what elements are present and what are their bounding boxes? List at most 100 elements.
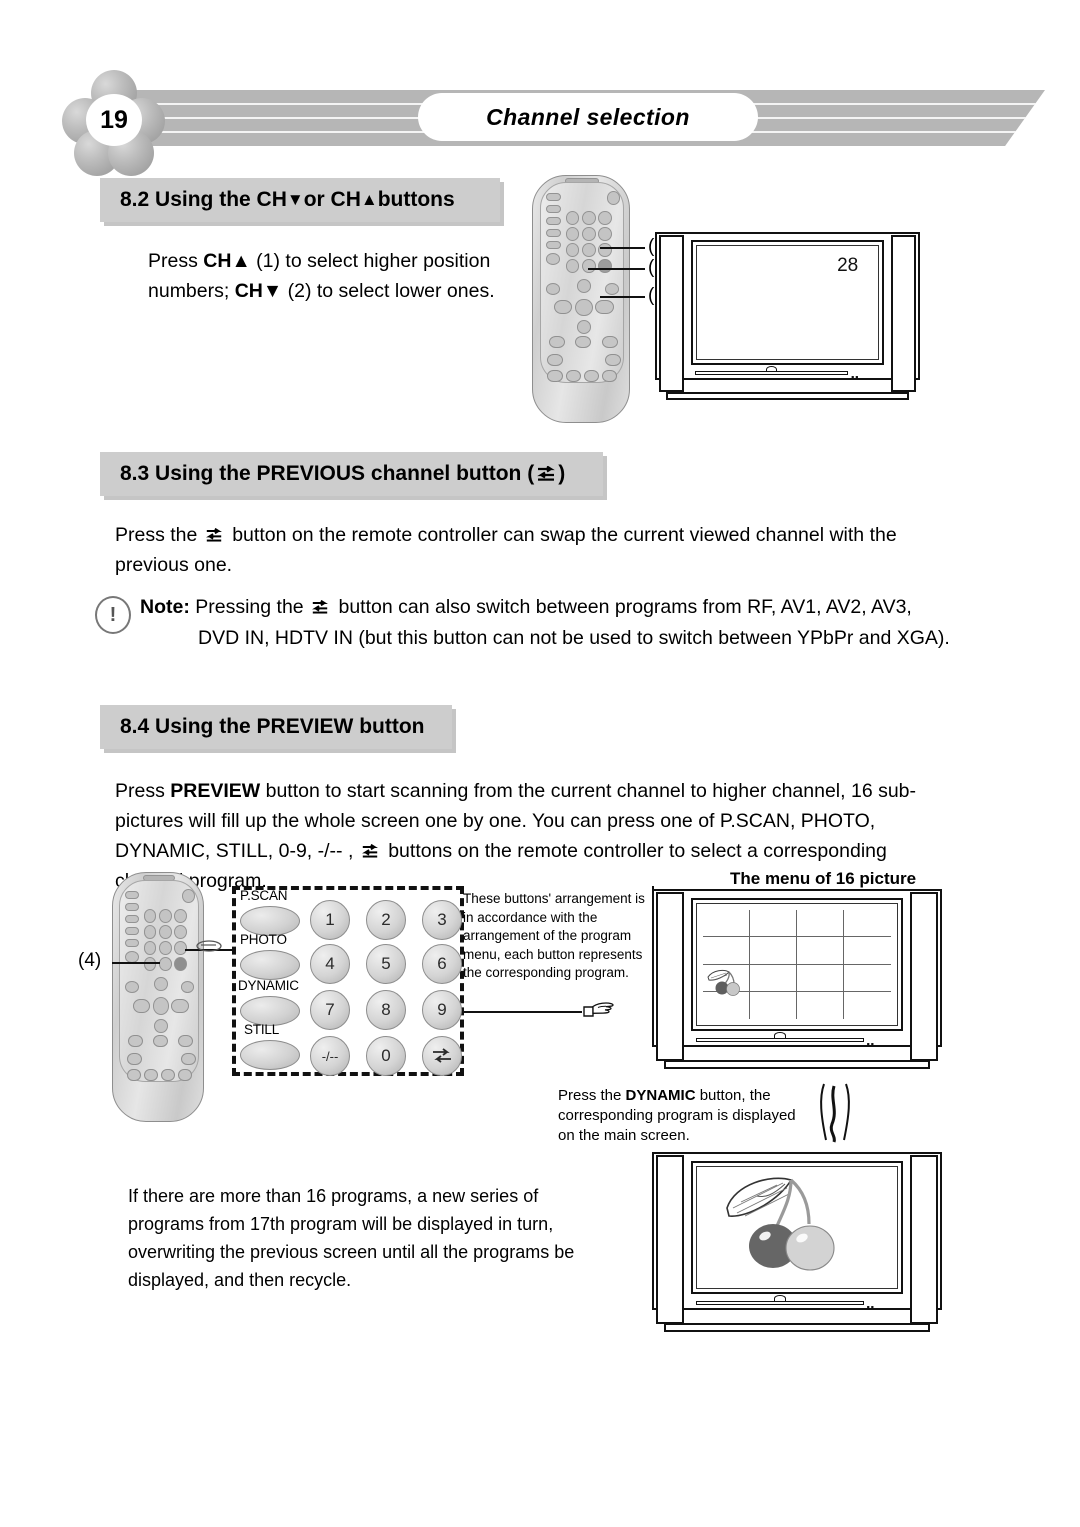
section-heading-8-3: 8.3 Using the PREVIOUS channel button (): [100, 452, 603, 496]
section-8-3-body: Press the button on the remote controlle…: [115, 520, 960, 580]
keypad-label-dynamic: DYNAMIC: [238, 978, 299, 993]
keypad-callout-text: These buttons' arrangement is in accorda…: [463, 891, 645, 980]
page-number: 19: [86, 94, 142, 146]
callout-leader-1: [588, 268, 645, 270]
heading-text: or CH: [303, 188, 361, 211]
menu-16-title: The menu of 16 picture: [730, 869, 917, 888]
prev-channel-icon: [205, 528, 225, 544]
heading-text: ): [558, 462, 566, 485]
text-run: button on the remote controller can swap…: [115, 524, 897, 576]
keypad-hand-leader: [462, 1011, 582, 1013]
callout-leader-4: [112, 962, 160, 964]
manual-page: Channel selection 19 8.2 Using the CH ▼ o…: [0, 0, 1080, 1527]
keypad-button-2[interactable]: 2: [366, 900, 406, 940]
callout-label-4: (4): [78, 950, 102, 971]
grid-cell[interactable]: [844, 992, 891, 1019]
grid-cell[interactable]: [843, 937, 891, 965]
keypad-button-0[interactable]: 0: [366, 1036, 406, 1076]
grid-cell[interactable]: [843, 965, 891, 992]
grid-cell[interactable]: [750, 991, 797, 1020]
text-run: button can also switch between programs …: [333, 596, 912, 618]
pointing-hand-icon: [580, 1000, 614, 1020]
text-run: Press the: [115, 524, 203, 546]
flow-squiggle-icon: [818, 1082, 852, 1149]
grid-cell[interactable]: [797, 991, 844, 1020]
grid-cell-cherry[interactable]: [703, 964, 751, 996]
heading-text: 8.2 Using the CH: [120, 188, 287, 211]
text-run: Press: [115, 780, 171, 802]
text-run: (2) to select lower ones.: [287, 280, 495, 302]
grid-cell[interactable]: [843, 910, 891, 938]
tv-indicator-dots: ▪▪: [851, 372, 860, 383]
ch-label: CH: [203, 250, 232, 272]
note-icon: !: [95, 596, 131, 634]
keypad-button-still[interactable]: [240, 1040, 300, 1070]
callout-leader-3: [600, 247, 645, 249]
keypad-button-prev-channel[interactable]: [422, 1036, 462, 1076]
keypad-button-3[interactable]: 3: [422, 900, 462, 940]
text-run: Press: [148, 250, 204, 272]
grid-cell[interactable]: [796, 937, 844, 965]
prev-channel-icon: [311, 600, 331, 616]
keypad-button-9[interactable]: 9: [422, 990, 462, 1030]
keypad-label-still: STILL: [244, 1022, 280, 1037]
remote-controller-illustration-top: [532, 175, 630, 423]
tv-channel-number: 28: [837, 255, 859, 277]
text-run: (1) to select higher position: [256, 250, 491, 272]
keypad-button-5[interactable]: 5: [366, 944, 406, 984]
ch-label: CH: [234, 280, 263, 302]
remote-controller-illustration-bottom: [112, 872, 204, 1122]
flower-decoration: 19: [60, 68, 170, 176]
grid-cell[interactable]: [750, 964, 797, 992]
prev-channel-icon: [536, 466, 556, 482]
cherry-image: [726, 1177, 835, 1271]
chevron-up-icon: ▲: [360, 190, 378, 209]
tv-illustration-main-screen: ▪▪: [652, 1152, 942, 1332]
text-run: numbers;: [148, 280, 235, 302]
grid-cell[interactable]: [703, 937, 751, 965]
heading-text: 8.3 Using the PREVIOUS channel button (: [120, 462, 535, 485]
keypad-label-pscan: P.SCAN: [240, 888, 288, 903]
note-line-2: DVD IN, HDTV IN (but this button can not…: [198, 627, 950, 649]
keypad-diagram: P.SCAN PHOTO DYNAMIC STILL 1 2 3 4 5 6 7…: [232, 886, 464, 1076]
chevron-down-icon: ▼: [286, 190, 304, 209]
keypad-button-6[interactable]: 6: [422, 944, 462, 984]
grid-cell[interactable]: [703, 910, 751, 938]
grid-cell[interactable]: [796, 910, 844, 938]
grid-cell[interactable]: [750, 910, 797, 938]
section-heading-8-4: 8.4 Using the PREVIEW button: [100, 705, 452, 749]
grid-cell[interactable]: [796, 964, 844, 992]
tv-indicator-dots: ▪▪: [866, 1039, 875, 1050]
keypad-button-8[interactable]: 8: [366, 990, 406, 1030]
chevron-up-icon: ▲: [231, 250, 251, 272]
banner-title-pill: Channel selection: [418, 93, 758, 141]
dynamic-button-note: Press the DYNAMIC button, the correspond…: [558, 1086, 813, 1146]
text-run: Pressing the: [189, 596, 310, 618]
grid-cell[interactable]: [703, 991, 751, 1020]
grid-cell[interactable]: [750, 937, 797, 965]
keypad-label-photo: PHOTO: [240, 932, 287, 947]
tv-indicator-dots: ▪▪: [866, 1302, 875, 1313]
preview-keyword: PREVIEW: [170, 780, 261, 802]
heading-text: 8.4 Using the PREVIEW button: [120, 715, 425, 738]
section-8-4-footer-text: If there are more than 16 programs, a ne…: [128, 1186, 575, 1290]
text-run: Press the: [558, 1087, 626, 1104]
keypad-button-4[interactable]: 4: [310, 944, 350, 984]
prev-channel-icon: [361, 844, 381, 860]
tv-illustration-16-picture: ▪▪: [652, 889, 942, 1069]
keypad-button-dash[interactable]: -/--: [310, 1036, 350, 1076]
note-label: Note:: [140, 596, 190, 618]
heading-text: buttons: [377, 188, 455, 211]
page-header-banner: Channel selection 19: [60, 68, 1045, 176]
banner-right-tip: [940, 90, 1045, 146]
tv-illustration-channel: 28 ▪▪: [655, 232, 920, 400]
dynamic-keyword: DYNAMIC: [625, 1087, 696, 1104]
keypad-button-photo[interactable]: [240, 950, 300, 980]
keypad-button-7[interactable]: 7: [310, 990, 350, 1030]
section-8-2-body: Press CH▲ (1) to select higher position …: [148, 246, 548, 306]
chevron-down-icon: ▼: [262, 280, 283, 302]
picture-grid-16: [703, 910, 891, 1020]
prev-channel-icon-small: [196, 938, 222, 959]
keypad-button-1[interactable]: 1: [310, 900, 350, 940]
callout-leader-2: [600, 296, 645, 298]
